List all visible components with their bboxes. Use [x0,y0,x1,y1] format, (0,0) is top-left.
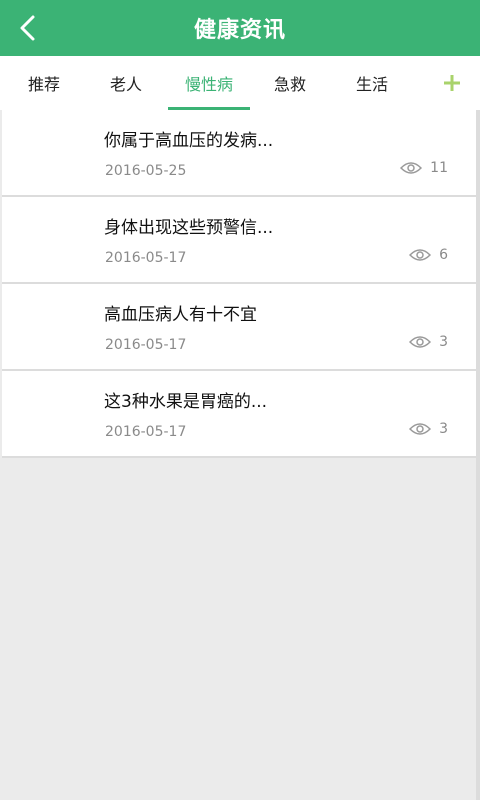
eye-icon [409,423,432,435]
article-title: 身体出现这些预警信... [104,218,274,238]
view-count: 11 [400,160,448,176]
tab-first-aid[interactable]: 急救 [254,56,326,110]
list-item[interactable]: 高血压病人有十不宜 2016-05-17 3 [2,284,476,371]
eye-icon [400,162,423,174]
article-date: 2016-05-17 [105,337,187,353]
tab-chronic-disease[interactable]: 慢性病 [168,56,250,110]
app-header: 健康资讯 [0,0,480,56]
view-count-value: 3 [439,334,448,350]
eye-icon [409,336,432,348]
article-title: 这3种水果是胃癌的... [104,392,268,412]
list-item[interactable]: 身体出现这些预警信... 2016-05-17 6 [2,197,476,284]
view-count: 3 [409,421,448,437]
article-title: 你属于高血压的发病... [104,131,274,151]
article-list: 你属于高血压的发病... 2016-05-25 11 身体出现这些预警信... … [2,110,476,458]
back-button[interactable] [6,6,50,50]
tab-elderly[interactable]: 老人 [90,56,162,110]
view-count: 6 [409,247,448,263]
article-title: 高血压病人有十不宜 [104,305,257,325]
view-count-value: 11 [430,160,448,176]
list-item[interactable]: 你属于高血压的发病... 2016-05-25 11 [2,110,476,197]
article-date: 2016-05-17 [105,250,187,266]
view-count-value: 6 [439,247,448,263]
chevron-left-icon [20,15,35,41]
article-date: 2016-05-25 [105,163,187,179]
view-count-value: 3 [439,421,448,437]
list-edge-divider [476,110,480,800]
category-tabs: 推荐 老人 慢性病 急救 生活 [0,56,480,110]
view-count: 3 [409,334,448,350]
page-title: 健康资讯 [193,18,286,43]
tab-recommend[interactable]: 推荐 [8,56,80,110]
eye-icon [409,249,432,261]
article-date: 2016-05-17 [105,424,187,440]
plus-icon [444,75,460,91]
list-item[interactable]: 这3种水果是胃癌的... 2016-05-17 3 [2,371,476,458]
tab-life[interactable]: 生活 [336,56,408,110]
add-tab-button[interactable] [434,65,470,101]
